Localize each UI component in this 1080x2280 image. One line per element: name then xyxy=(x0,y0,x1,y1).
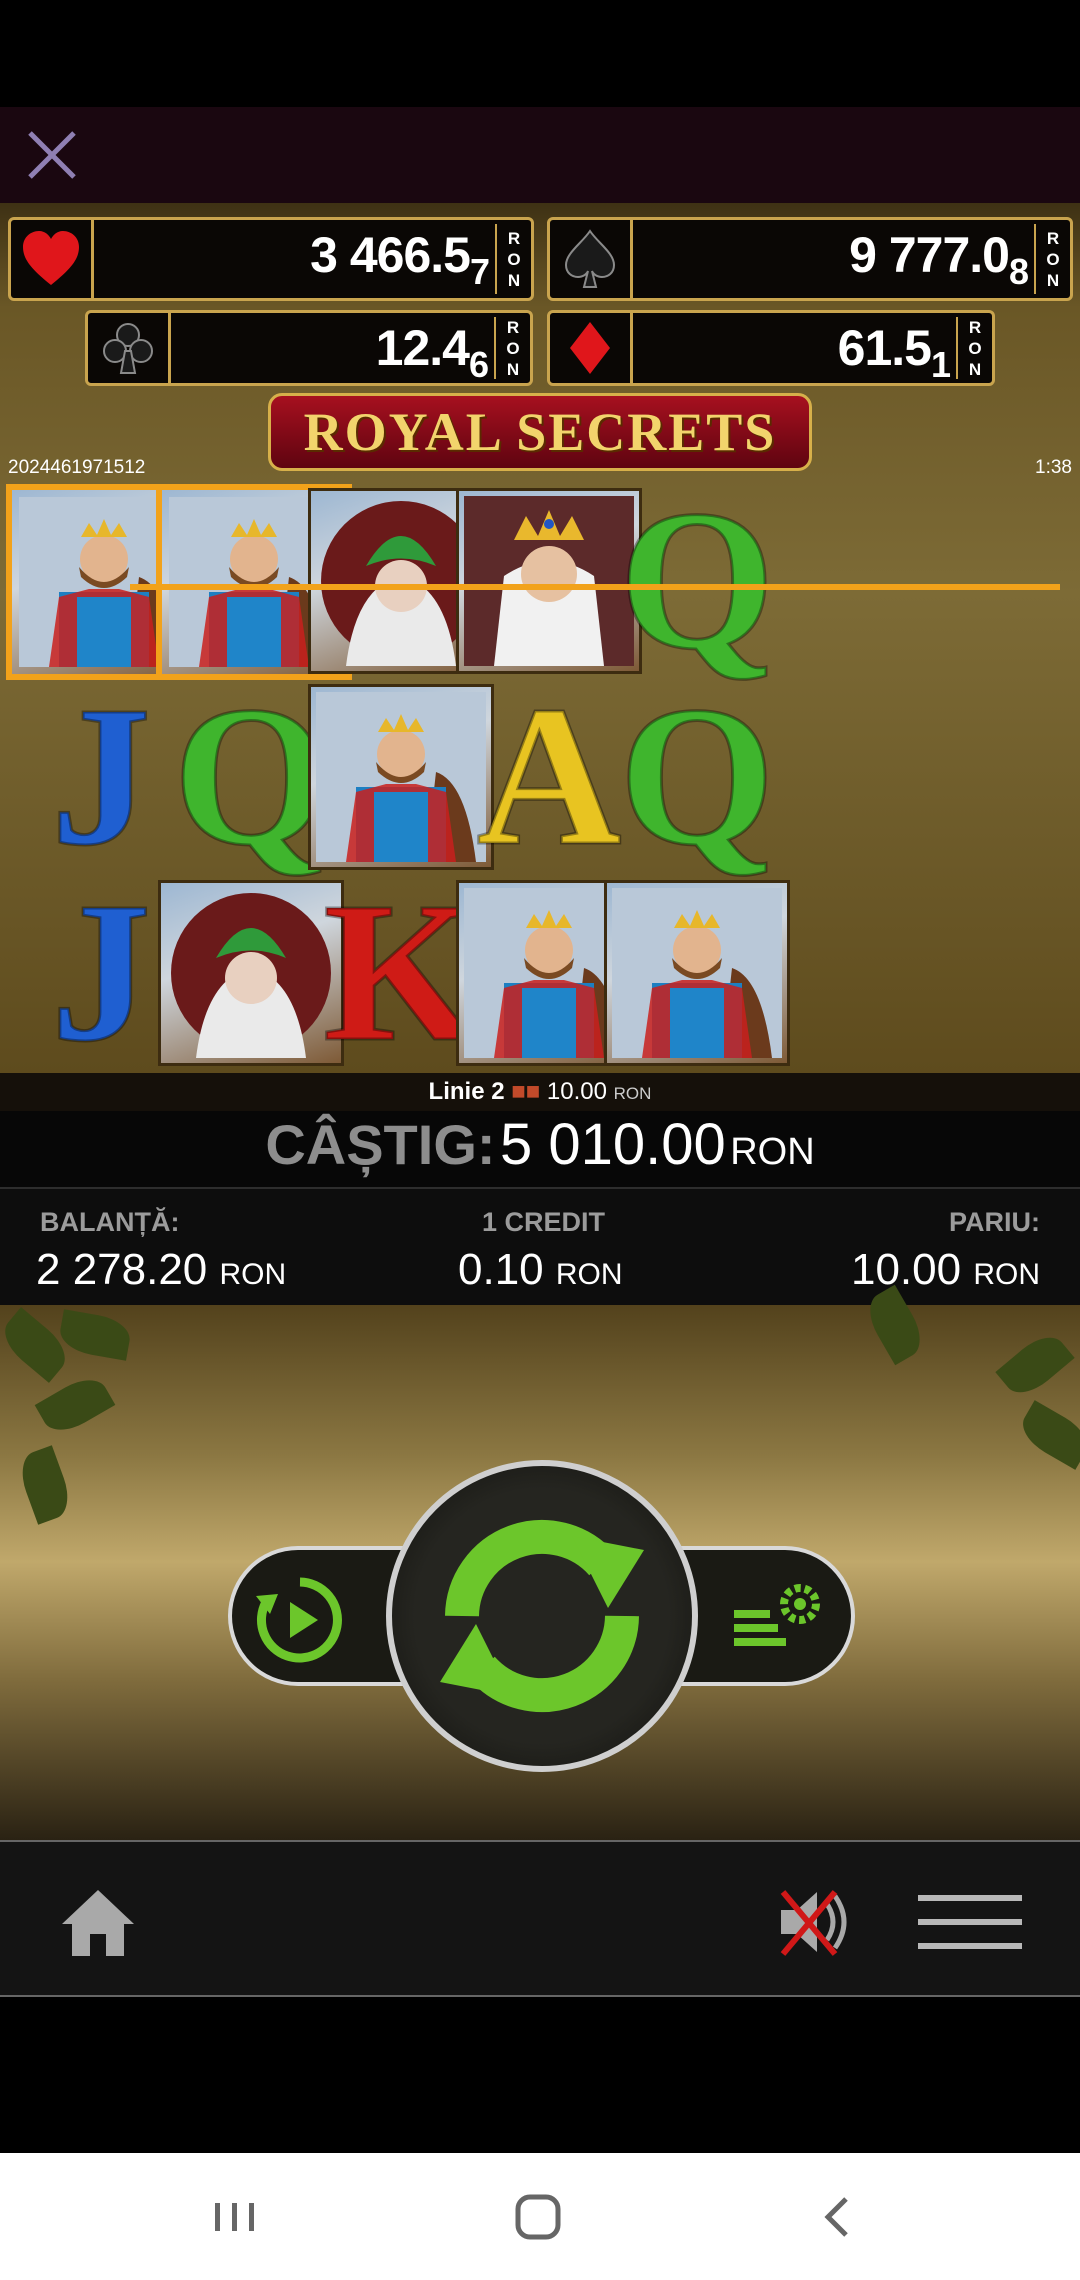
jackpot-currency: RON xyxy=(1034,224,1066,294)
leaf-decoration xyxy=(995,1327,1075,1403)
win-currency: RON xyxy=(730,1131,815,1173)
leaf-decoration xyxy=(14,1445,76,1525)
jackpot-spade-value: 9 777.08 xyxy=(849,227,1029,292)
recent-apps-icon xyxy=(215,2203,254,2231)
empty-area xyxy=(0,1997,1080,2153)
jackpot-club-value: 12.46 xyxy=(375,320,489,385)
win-bar: CÂȘTIG: 5 010.00 RON xyxy=(0,1111,1080,1187)
club-icon xyxy=(88,313,171,383)
win-value: 5 010.00 xyxy=(499,1112,726,1177)
home-nav-icon xyxy=(515,2194,561,2240)
status-bar xyxy=(0,0,1080,107)
recent-apps-button[interactable] xyxy=(205,2193,265,2241)
close-icon xyxy=(28,131,76,179)
spin-button[interactable] xyxy=(386,1460,698,1772)
top-bar xyxy=(0,107,1080,203)
jackpot-currency: RON xyxy=(956,317,988,379)
info-bar: BALANȚĂ: 2 278.20 RON 1 CREDIT 0.10 RON … xyxy=(0,1187,1080,1307)
symbol-q: Q xyxy=(618,666,777,887)
symbol-q: Q xyxy=(618,470,777,691)
autoplay-icon xyxy=(256,1577,342,1663)
jackpot-heart-value: 3 466.57 xyxy=(310,227,490,292)
bet-settings-button[interactable] xyxy=(680,1546,855,1686)
line-info: Linie 2 ■■ 10.00 RON xyxy=(0,1073,1080,1111)
bet-label: PARIU: xyxy=(949,1207,1040,1237)
close-button[interactable] xyxy=(22,125,82,185)
balance-value: 2 278.20 RON xyxy=(36,1245,287,1294)
spin-icon xyxy=(440,1519,644,1713)
timer: 1:38 xyxy=(1035,457,1072,478)
home-nav-button[interactable] xyxy=(508,2193,568,2241)
jackpot-club: 12.46 RON xyxy=(85,310,533,386)
spade-icon xyxy=(550,220,633,298)
diamond-icon xyxy=(550,313,633,383)
leaf-decoration xyxy=(57,1309,133,1361)
balance-label: BALANȚĂ: xyxy=(40,1207,180,1237)
menu-button[interactable] xyxy=(918,1895,1022,1953)
credit-value: 0.10 RON xyxy=(458,1245,623,1294)
win-line xyxy=(130,584,1060,590)
jackpot-currency: RON xyxy=(495,224,527,294)
jackpot-diamond: 61.51 RON xyxy=(547,310,995,386)
game-logo: ROYAL SECRETS xyxy=(268,393,812,471)
win-label: CÂȘTIG: xyxy=(265,1113,496,1176)
line-amount: 10.00 xyxy=(546,1078,607,1105)
bet-settings-icon xyxy=(734,1584,820,1646)
line-currency: RON xyxy=(613,1084,652,1103)
home-button[interactable] xyxy=(58,1886,138,1958)
heart-icon xyxy=(11,220,94,298)
jackpot-diamond-value: 61.51 xyxy=(837,320,951,385)
autoplay-button[interactable] xyxy=(228,1546,403,1686)
back-nav-button[interactable] xyxy=(810,2193,870,2241)
jackpot-heart: 3 466.57 RON xyxy=(8,217,534,301)
symbol-king xyxy=(604,880,790,1066)
home-icon xyxy=(62,1890,134,1956)
leaf-decoration xyxy=(1014,1400,1080,1470)
credit-label: 1 CREDIT xyxy=(482,1207,606,1237)
line-symbols-icon: ■■ xyxy=(511,1078,541,1105)
reel-5: QQ xyxy=(598,470,798,1070)
jackpot-spade: 9 777.08 RON xyxy=(547,217,1073,301)
line-number: Linie 2 xyxy=(428,1078,505,1105)
game-id: 2024461971512 xyxy=(8,457,146,478)
jackpot-currency: RON xyxy=(494,317,526,379)
mute-button[interactable] xyxy=(775,1884,855,1960)
system-nav-bar xyxy=(0,2153,1080,2280)
bet-value[interactable]: 10.00 RON xyxy=(851,1245,1040,1295)
sound-muted-icon xyxy=(780,1890,847,1956)
back-icon xyxy=(824,2197,848,2237)
